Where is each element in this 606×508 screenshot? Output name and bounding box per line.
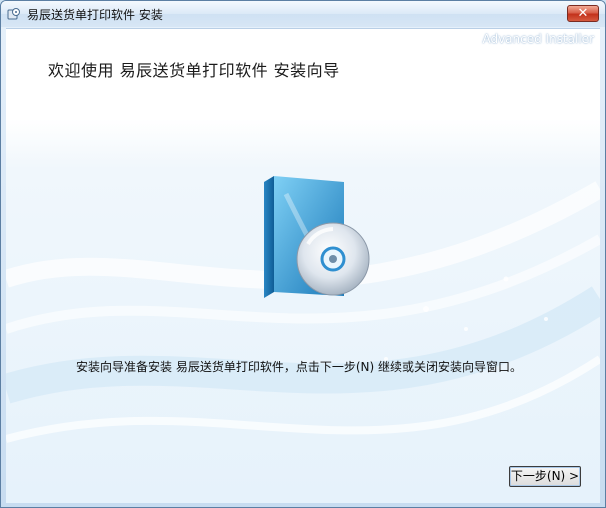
wizard-heading: 欢迎使用 易辰送货单打印软件 安装向导 [48, 61, 340, 80]
software-box-cd-icon [264, 176, 370, 298]
title-bar[interactable]: 易辰送货单打印软件 安装 ✕ [1, 1, 605, 27]
close-icon: ✕ [577, 6, 589, 21]
close-button[interactable]: ✕ [567, 5, 599, 22]
next-button[interactable]: 下一步(N) > [509, 466, 581, 487]
wizard-message: 安装向导准备安装 易辰送货单打印软件，点击下一步(N) 继续或关闭安装向导窗口。 [76, 360, 522, 374]
advanced-installer-brand: Advanced Installer [482, 32, 594, 46]
installer-app-icon [7, 8, 20, 20]
window-title: 易辰送货单打印软件 安装 [27, 8, 163, 22]
installer-window: 易辰送货单打印软件 安装 ✕ Advanced Installer 欢迎使用 易… [0, 0, 606, 508]
wizard-page: Advanced Installer 欢迎使用 易辰送货单打印软件 安装向导 安… [6, 28, 600, 503]
